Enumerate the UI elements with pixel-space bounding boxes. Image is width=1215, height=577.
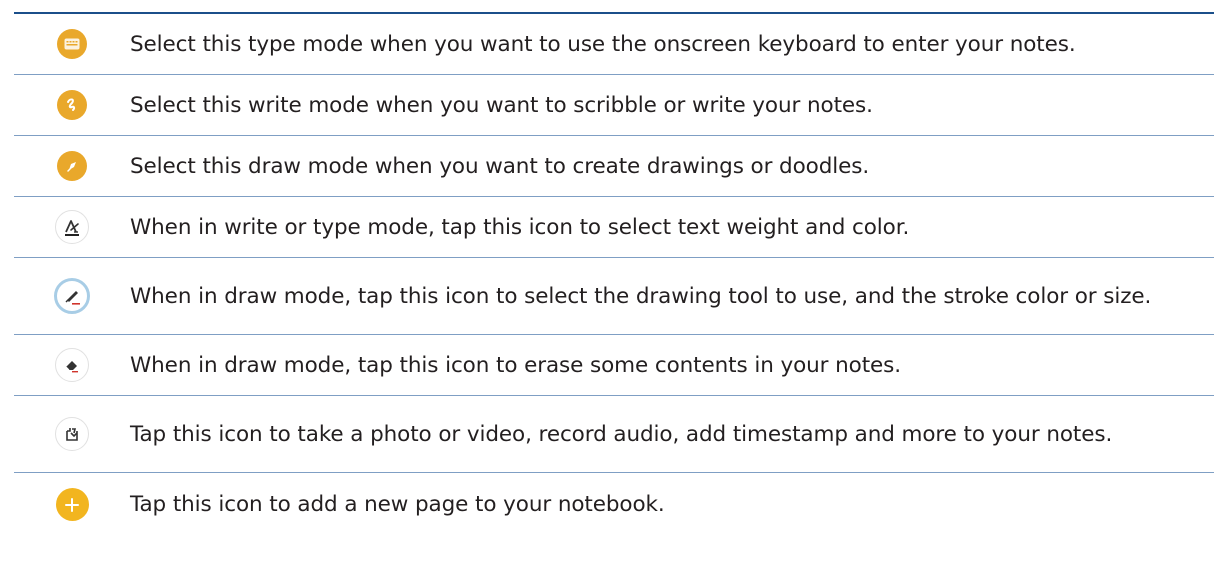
table-row: When in draw mode, tap this icon to sele… bbox=[14, 258, 1214, 335]
icon-cell bbox=[14, 348, 130, 382]
icon-cell bbox=[14, 151, 130, 181]
table-row: Tap this icon to take a photo or video, … bbox=[14, 396, 1214, 473]
row-description: When in draw mode, tap this icon to sele… bbox=[130, 283, 1152, 309]
drawing-tool-icon[interactable] bbox=[54, 278, 90, 314]
row-description: When in draw mode, tap this icon to eras… bbox=[130, 352, 902, 378]
icon-cell bbox=[14, 278, 130, 314]
keyboard-icon[interactable] bbox=[57, 29, 87, 59]
row-description: Tap this icon to add a new page to your … bbox=[130, 492, 665, 517]
icon-cell bbox=[14, 210, 130, 244]
icon-description-table: Select this type mode when you want to u… bbox=[14, 12, 1214, 536]
row-description: Tap this icon to take a photo or video, … bbox=[130, 421, 1113, 447]
table-row: Select this type mode when you want to u… bbox=[14, 14, 1214, 75]
table-row: Select this write mode when you want to … bbox=[14, 75, 1214, 136]
add-page-icon[interactable] bbox=[55, 488, 89, 521]
table-row: Tap this icon to add a new page to your … bbox=[14, 473, 1214, 536]
pen-icon[interactable] bbox=[57, 151, 87, 181]
row-description: Select this type mode when you want to u… bbox=[130, 31, 1076, 57]
eraser-icon[interactable] bbox=[55, 348, 89, 382]
scribble-icon[interactable] bbox=[57, 90, 87, 120]
text-weight-icon[interactable] bbox=[55, 210, 89, 244]
table-row: When in write or type mode, tap this ico… bbox=[14, 197, 1214, 258]
icon-cell bbox=[14, 90, 130, 120]
icon-cell bbox=[14, 29, 130, 59]
icon-cell bbox=[14, 488, 130, 521]
table-row: Select this draw mode when you want to c… bbox=[14, 136, 1214, 197]
row-description: Select this draw mode when you want to c… bbox=[130, 153, 870, 179]
icon-cell bbox=[14, 417, 130, 451]
table-row: When in draw mode, tap this icon to eras… bbox=[14, 335, 1214, 396]
row-description: When in write or type mode, tap this ico… bbox=[130, 214, 910, 240]
insert-icon[interactable] bbox=[55, 417, 89, 451]
row-description: Select this write mode when you want to … bbox=[130, 92, 873, 118]
